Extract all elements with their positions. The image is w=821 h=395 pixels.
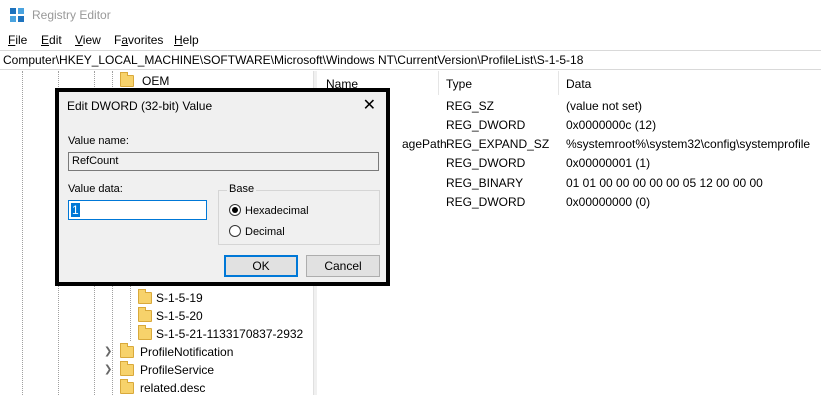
ok-button[interactable]: OK [224, 255, 298, 277]
value-data-cell[interactable]: 0x00000001 (1) [566, 156, 650, 170]
column-header-type[interactable]: Type [446, 77, 472, 91]
value-data-cell[interactable]: (value not set) [566, 99, 642, 113]
value-name-cell[interactable]: agePath [402, 137, 447, 151]
decimal-radio[interactable]: Decimal [229, 224, 285, 240]
value-data-label: Value data: [68, 183, 123, 195]
column-divider[interactable] [438, 71, 439, 95]
values-list[interactable]: Name Type Data agePath REG_SZ (value not… [318, 71, 821, 395]
folder-icon [120, 343, 134, 358]
registry-editor-icon [10, 8, 24, 22]
dialog-body: Value name: RefCount Value data: 1 Base … [59, 120, 386, 282]
title-bar: Registry Editor [0, 0, 821, 30]
value-type-cell[interactable]: REG_DWORD [446, 118, 525, 132]
value-type-cell[interactable]: REG_DWORD [446, 195, 525, 209]
tree-item-label: S-1-5-20 [156, 309, 203, 323]
value-data-cell[interactable]: 01 01 00 00 00 00 00 05 12 00 00 00 [566, 176, 763, 190]
menu-bar: File Edit View Favorites Help [0, 30, 821, 50]
value-type-cell[interactable]: REG_SZ [446, 99, 494, 113]
menu-favorites[interactable]: Favorites [114, 33, 163, 47]
radio-unselected-icon[interactable] [229, 225, 241, 237]
window-title: Registry Editor [32, 8, 111, 22]
folder-icon [120, 72, 134, 87]
tree-item-label: related.desc [140, 381, 206, 395]
hexadecimal-label: Hexadecimal [245, 205, 309, 217]
tree-item-label: ProfileNotification [140, 345, 234, 359]
tree-item-label: S-1-5-19 [156, 291, 203, 305]
value-type-cell[interactable]: REG_DWORD [446, 156, 525, 170]
base-label: Base [227, 183, 257, 195]
value-type-cell[interactable]: REG_BINARY [446, 176, 523, 190]
column-header-data[interactable]: Data [566, 77, 591, 91]
address-bar[interactable]: Computer\HKEY_LOCAL_MACHINE\SOFTWARE\Mic… [0, 50, 821, 70]
dialog-title: Edit DWORD (32-bit) Value [67, 99, 213, 113]
radio-selected-icon[interactable] [229, 204, 241, 216]
close-icon[interactable]: ✕ [363, 95, 376, 115]
edit-dword-dialog: Edit DWORD (32-bit) Value ✕ Value name: … [55, 88, 390, 286]
value-name-label: Value name: [68, 135, 129, 147]
base-group: Base Hexadecimal Decimal [218, 183, 380, 245]
menu-help[interactable]: Help [174, 33, 199, 47]
hexadecimal-radio[interactable]: Hexadecimal [229, 203, 309, 219]
chevron-right-icon[interactable]: ❯ [104, 343, 112, 361]
folder-icon [138, 325, 152, 340]
value-data-input[interactable]: 1 [68, 200, 207, 220]
menu-file[interactable]: File [8, 33, 27, 47]
tree-item-label: ProfileService [140, 363, 215, 377]
value-data-cell[interactable]: %systemroot%\system32\config\systemprofi… [566, 137, 810, 151]
tree-item-label: S-1-5-21-1133170837-2932 [156, 327, 304, 341]
value-data-cell[interactable]: 0x00000000 (0) [566, 195, 650, 209]
chevron-right-icon[interactable]: ❯ [104, 361, 112, 379]
tree-guide-line [22, 71, 23, 395]
menu-view[interactable]: View [75, 33, 101, 47]
value-data-text: 1 [71, 203, 80, 217]
folder-icon [138, 307, 152, 322]
value-data-cell[interactable]: 0x0000000c (12) [566, 118, 656, 132]
value-name-field: RefCount [68, 152, 379, 171]
tree-guide-line [130, 281, 131, 341]
folder-icon [138, 289, 152, 304]
folder-icon [120, 379, 134, 394]
column-divider[interactable] [558, 71, 559, 95]
decimal-label: Decimal [245, 226, 285, 238]
folder-icon [120, 361, 134, 376]
value-type-cell[interactable]: REG_EXPAND_SZ [446, 137, 549, 151]
menu-edit[interactable]: Edit [41, 33, 62, 47]
cancel-button[interactable]: Cancel [306, 255, 380, 277]
